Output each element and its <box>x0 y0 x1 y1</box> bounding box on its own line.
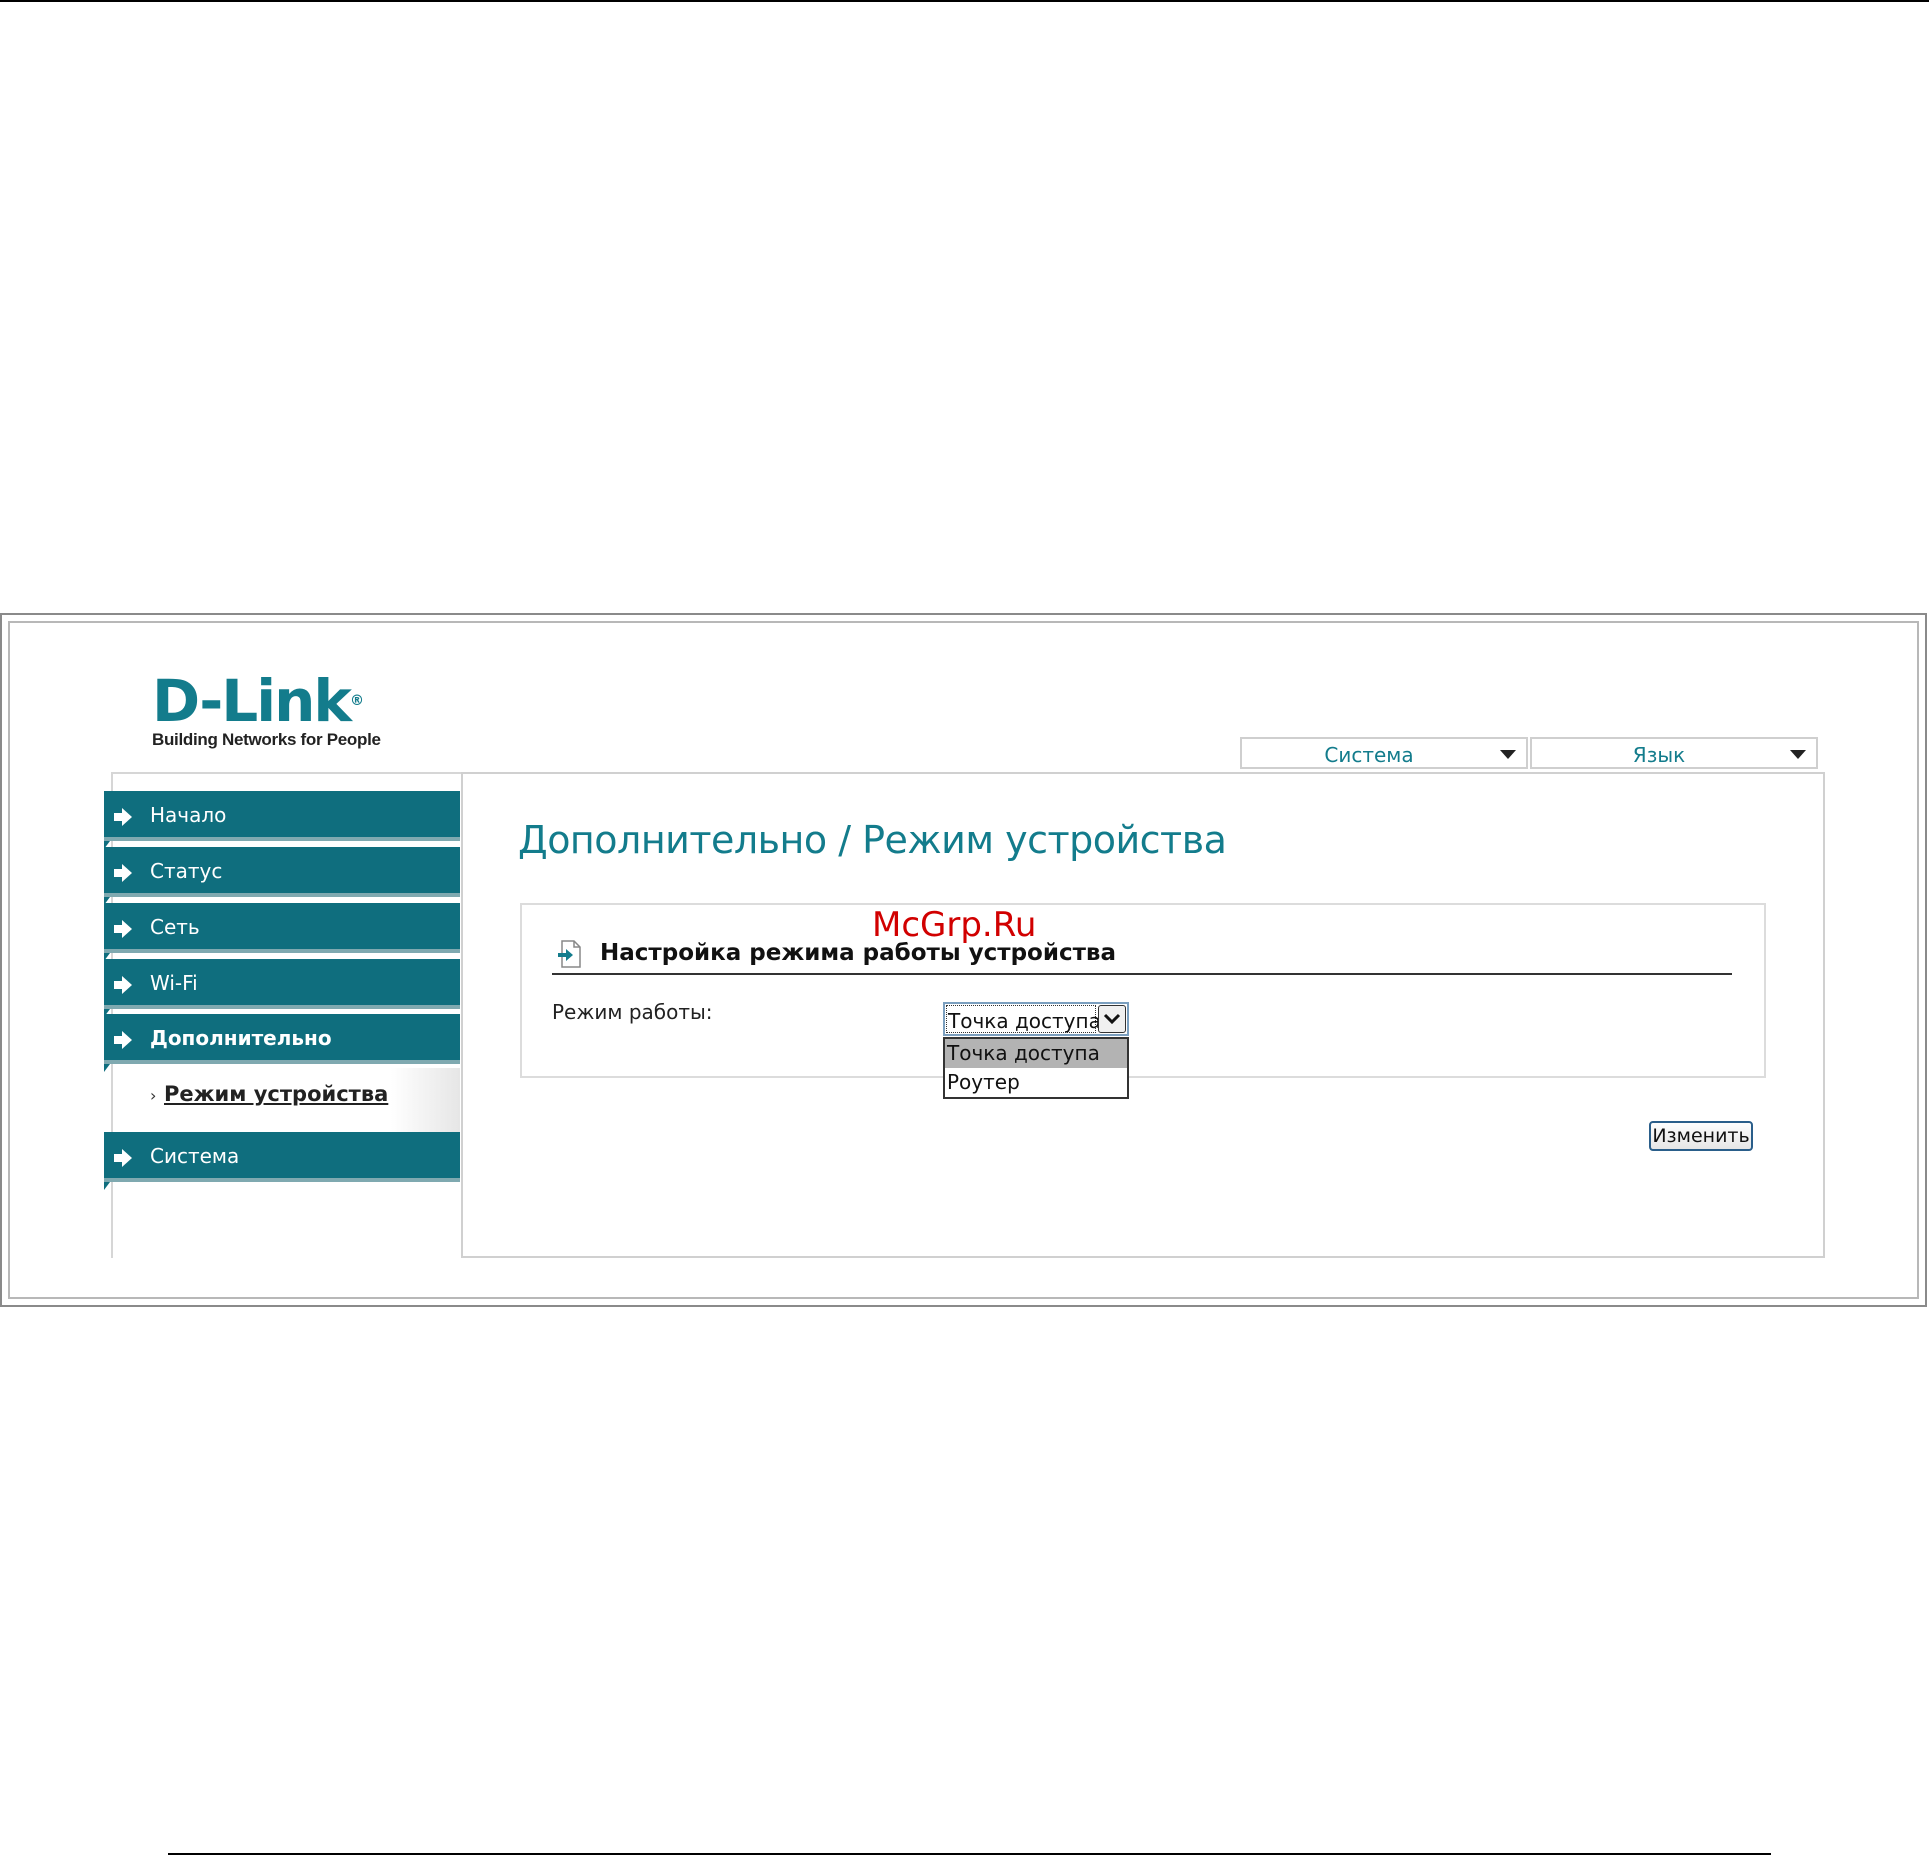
sidebar-subitem-label: Режим устройства <box>164 1082 389 1106</box>
bullet-icon: › <box>150 1086 157 1105</box>
caret-down-icon <box>1500 750 1516 759</box>
page-title: Дополнительно / Режим устройства <box>518 818 1227 862</box>
mode-select-value: Точка доступа <box>948 1009 1101 1033</box>
arrow-right-icon <box>114 1031 132 1049</box>
top-menu-system-label: Система <box>1324 743 1414 767</box>
option-router[interactable]: Роутер <box>945 1068 1127 1097</box>
top-rule <box>0 0 1929 2</box>
caret-down-icon <box>1790 750 1806 759</box>
sidebar-item-advanced[interactable]: Дополнительно <box>104 1014 460 1072</box>
mode-label: Режим работы: <box>552 1000 713 1024</box>
arrow-right-icon <box>114 976 132 994</box>
bottom-rule <box>168 1853 1771 1855</box>
sidebar-item-status[interactable]: Статус <box>104 847 460 905</box>
sidebar-item-wifi[interactable]: Wi-Fi <box>104 959 460 1017</box>
sidebar-item-system[interactable]: Система <box>104 1132 460 1190</box>
settings-group <box>520 903 1766 1078</box>
apply-button[interactable]: Изменить <box>1649 1121 1753 1151</box>
sidebar-item-label: Статус <box>150 859 223 883</box>
option-access-point[interactable]: Точка доступа <box>945 1039 1127 1068</box>
watermark: McGrp.Ru <box>872 905 1037 945</box>
sidebar-item-home[interactable]: Начало <box>104 791 460 849</box>
logo-tagline: Building Networks for People <box>152 730 381 749</box>
arrow-right-icon <box>114 1149 132 1167</box>
dropdown-button[interactable] <box>1098 1005 1126 1033</box>
mode-dropdown-list: Точка доступа Роутер <box>943 1037 1129 1099</box>
sidebar-item-label: Система <box>150 1144 240 1168</box>
logo-brand: D-Link® <box>152 667 364 735</box>
sidebar-subitem-device-mode[interactable]: › Режим устройства <box>114 1068 460 1132</box>
sidebar-item-label: Дополнительно <box>150 1026 332 1050</box>
sidebar-item-label: Начало <box>150 803 227 827</box>
nav-notch <box>104 1064 110 1072</box>
arrow-right-icon <box>114 920 132 938</box>
dlink-logo: D-Link® Building Networks for People <box>152 672 381 750</box>
section-divider <box>552 973 1732 975</box>
nav-notch <box>104 1182 110 1190</box>
mode-select[interactable]: Точка доступа <box>943 1002 1129 1036</box>
top-menu-language[interactable]: Язык <box>1530 737 1818 769</box>
chevron-down-icon <box>1103 1013 1121 1025</box>
logo-registered-mark: ® <box>350 693 364 709</box>
arrow-right-icon <box>114 808 132 826</box>
sidebar-item-label: Сеть <box>150 915 200 939</box>
sidebar-item-label: Wi-Fi <box>150 971 198 995</box>
section-title: Настройка режима работы устройства <box>600 940 1117 966</box>
sidebar-item-network[interactable]: Сеть <box>104 903 460 961</box>
top-menu-system[interactable]: Система <box>1240 737 1528 769</box>
top-menu-language-label: Язык <box>1632 743 1686 767</box>
arrow-right-icon <box>114 864 132 882</box>
page-arrow-icon <box>558 940 581 968</box>
